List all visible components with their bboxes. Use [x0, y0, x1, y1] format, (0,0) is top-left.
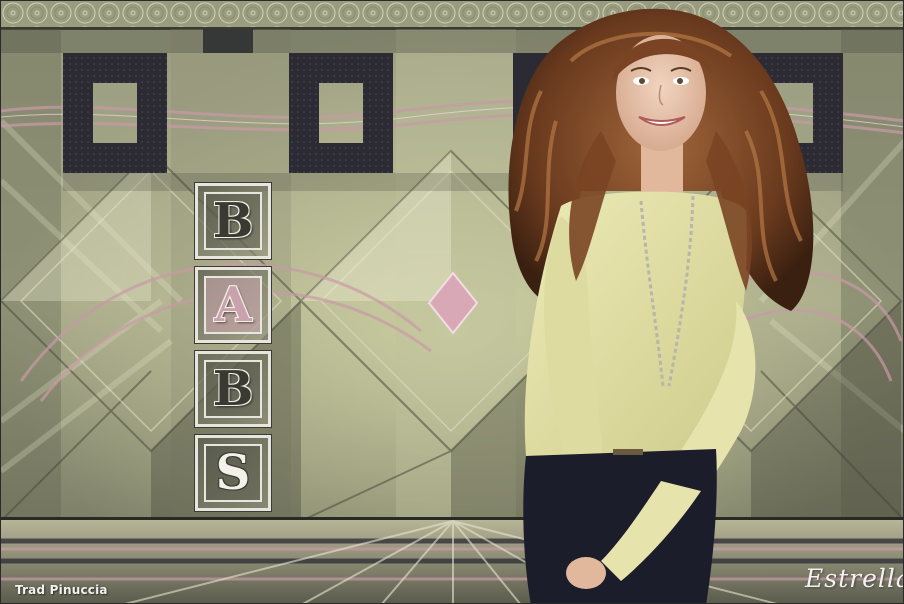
letter-block-2-letter: A	[214, 277, 252, 333]
letter-block-1: B	[194, 182, 272, 260]
background-art	[1, 1, 903, 603]
translator-credit: Trad Pinuccia	[15, 583, 108, 597]
letter-block-3-letter: B	[212, 361, 254, 417]
artwork-canvas: B A B S Trad Pinuccia Estrella	[0, 0, 904, 604]
letter-block-4-letter: S	[215, 445, 251, 501]
letter-block-1-letter: B	[212, 193, 254, 249]
artist-signature: Estrella	[805, 564, 904, 593]
letter-block-2: A	[194, 266, 272, 344]
letter-block-4: S	[194, 434, 272, 512]
letter-block-3: B	[194, 350, 272, 428]
